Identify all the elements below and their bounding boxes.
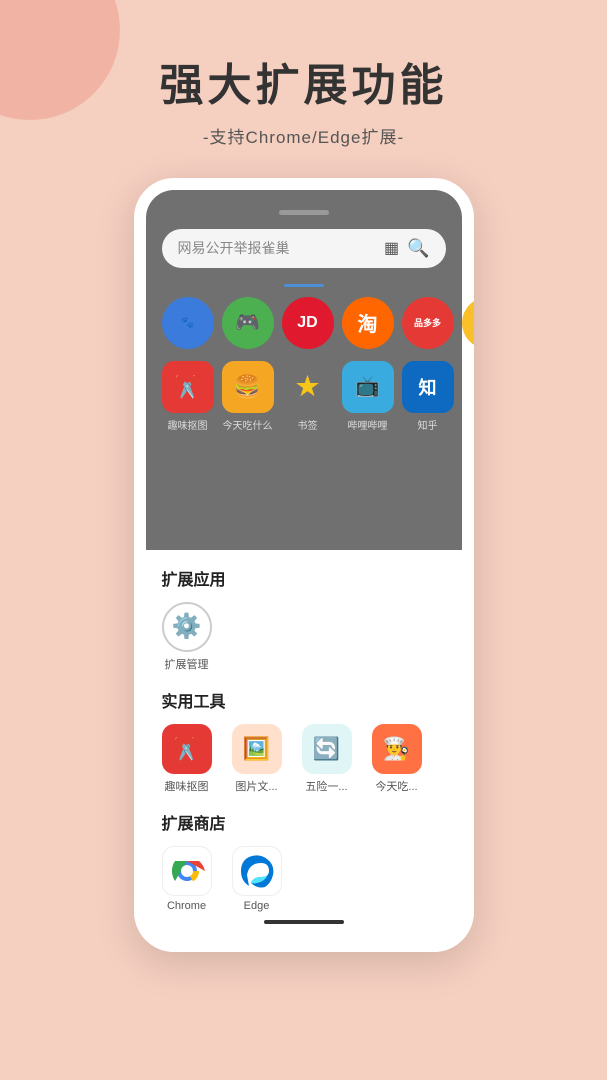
app-icon-taobao[interactable]: 淘: [342, 297, 394, 349]
tool-food[interactable]: 👨‍🍳 今天吃...: [372, 724, 422, 794]
phone-camera: [279, 210, 329, 215]
search-icon[interactable]: 🔍: [407, 238, 429, 259]
tool-quwei[interactable]: ✂️ 趣味抠图: [162, 724, 212, 794]
app-label-jintian: 今天吃什么: [223, 417, 273, 432]
tool-img[interactable]: 🖼️ 图片文...: [232, 724, 282, 794]
tool-icon-wuxian[interactable]: 🔄: [302, 724, 352, 774]
app-col-bilibili[interactable]: 📺 哔哩哔哩: [342, 361, 394, 432]
app-icon-jintian[interactable]: 🍔: [222, 361, 274, 413]
app-icon-meituan[interactable]: 美: [462, 297, 474, 349]
app-col-taobao[interactable]: 淘: [342, 297, 394, 349]
store-chrome-label: Chrome: [167, 900, 206, 912]
store-edge-label: Edge: [244, 900, 270, 912]
search-text: 网易公开举报雀巢: [178, 238, 290, 258]
qr-icon: ▦: [384, 238, 399, 258]
extension-mgmt-item[interactable]: ⚙️ 扩展管理: [162, 602, 212, 672]
app-col-quwei[interactable]: ✂️ 趣味抠图: [162, 361, 214, 432]
header-section: 强大扩展功能 -支持Chrome/Edge扩展-: [0, 0, 607, 148]
app-label-bookmark: 书签: [298, 417, 318, 432]
app-icon-zhihu[interactable]: 知: [402, 361, 454, 413]
app-label-bilibili: 哔哩哔哩: [348, 417, 388, 432]
app-col-zhihu[interactable]: 知 知乎: [402, 361, 454, 432]
extension-row: ⚙️ 扩展管理: [162, 602, 446, 672]
app-label-zhihu: 知乎: [418, 417, 438, 432]
tool-icon-quwei[interactable]: ✂️: [162, 724, 212, 774]
app-icon-bilibili[interactable]: 📺: [342, 361, 394, 413]
bottom-section: 扩展应用 ⚙️ 扩展管理 实用工具 ✂️ 趣味抠图 🖼️ 图片文... 🔄 五险…: [146, 550, 462, 952]
app-icon-bookmark[interactable]: ★: [282, 361, 334, 413]
tools-row: ✂️ 趣味抠图 🖼️ 图片文... 🔄 五险一... 👨‍🍳 今天吃...: [162, 724, 446, 794]
phone-mockup: 网易公开举报雀巢 ▦ 🔍 🐾 🎮 JD 淘: [134, 178, 474, 952]
app-row-2: ✂️ 趣味抠图 🍔 今天吃什么 ★ 书签 📺 哔哩哔哩 知 知乎: [162, 361, 446, 432]
tool-label-wuxian: 五险一...: [305, 778, 347, 794]
tool-label-img: 图片文...: [235, 778, 277, 794]
phone-screen: 网易公开举报雀巢 ▦ 🔍 🐾 🎮 JD 淘: [146, 190, 462, 550]
tool-icon-food[interactable]: 👨‍🍳: [372, 724, 422, 774]
store-edge[interactable]: Edge: [232, 846, 282, 912]
tool-wuxian[interactable]: 🔄 五险一...: [302, 724, 352, 794]
chrome-icon[interactable]: [162, 846, 212, 896]
section2-title: 实用工具: [162, 688, 446, 712]
tool-icon-img[interactable]: 🖼️: [232, 724, 282, 774]
tool-label-food: 今天吃...: [375, 778, 417, 794]
phone-top-bar: [162, 210, 446, 215]
app-col-game[interactable]: 🎮: [222, 297, 274, 349]
app-icon-game[interactable]: 🎮: [222, 297, 274, 349]
app-icon-quwei[interactable]: ✂️: [162, 361, 214, 413]
bottom-bar: [264, 920, 344, 924]
app-icon-baidu[interactable]: 🐾: [162, 297, 214, 349]
store-row: Chrome Edge: [162, 846, 446, 912]
app-col-meituan[interactable]: 美: [462, 297, 474, 349]
extension-mgmt-label: 扩展管理: [165, 656, 209, 672]
app-col-baidu[interactable]: 🐾: [162, 297, 214, 349]
main-title: 强大扩展功能: [0, 60, 607, 113]
app-row-1: 🐾 🎮 JD 淘 品多多 美: [162, 297, 446, 349]
app-col-jintian[interactable]: 🍔 今天吃什么: [222, 361, 274, 432]
app-col-bookmark[interactable]: ★ 书签: [282, 361, 334, 432]
store-chrome[interactable]: Chrome: [162, 846, 212, 912]
search-bar[interactable]: 网易公开举报雀巢 ▦ 🔍: [162, 229, 446, 268]
tab-indicator: [284, 284, 324, 287]
star-icon: ★: [296, 371, 319, 402]
bottom-nav: [162, 912, 446, 936]
search-icons: ▦ 🔍: [384, 238, 430, 259]
section1-title: 扩展应用: [162, 566, 446, 590]
sub-title: -支持Chrome/Edge扩展-: [0, 123, 607, 148]
app-col-pdd[interactable]: 品多多: [402, 297, 454, 349]
app-label-quwei: 趣味抠图: [168, 417, 208, 432]
gear-circle[interactable]: ⚙️: [162, 602, 212, 652]
app-col-jd[interactable]: JD: [282, 297, 334, 349]
app-icon-jd[interactable]: JD: [282, 297, 334, 349]
edge-icon[interactable]: [232, 846, 282, 896]
section3-title: 扩展商店: [162, 810, 446, 834]
tool-label-quwei: 趣味抠图: [165, 778, 209, 794]
app-icon-pdd[interactable]: 品多多: [402, 297, 454, 349]
